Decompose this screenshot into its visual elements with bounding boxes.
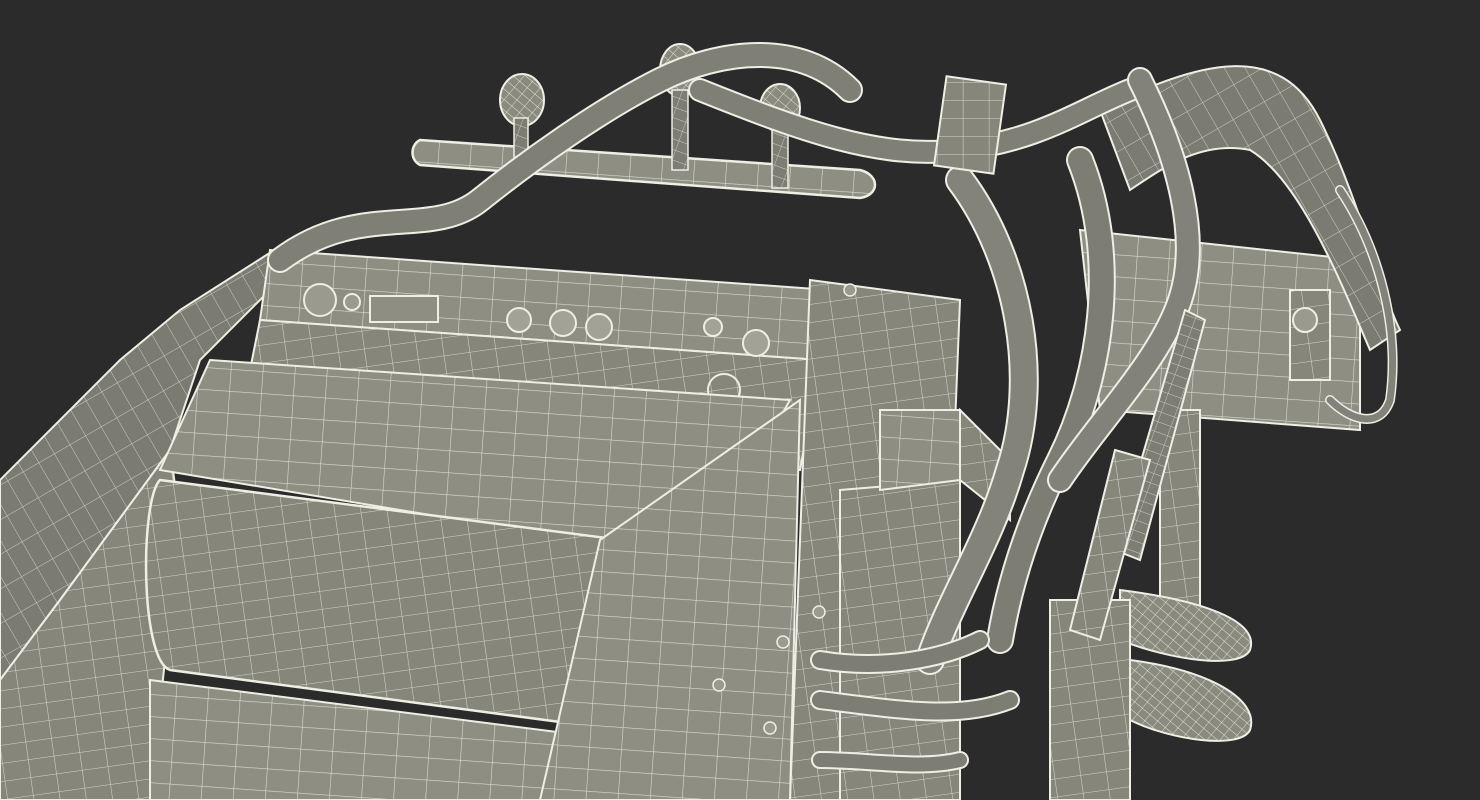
gauge-dial — [585, 313, 613, 341]
bolt — [812, 605, 826, 619]
panel-button — [343, 293, 361, 311]
gauge-dial — [506, 307, 532, 333]
ignition-key-slot — [742, 329, 770, 357]
gauge-dial — [549, 309, 577, 337]
bolt — [843, 283, 857, 297]
wireframe-render — [0, 0, 1480, 800]
panel-button — [703, 317, 723, 337]
panel-knob — [303, 283, 337, 317]
switch-block — [369, 295, 439, 323]
bolt — [776, 635, 790, 649]
bolt — [763, 721, 777, 735]
bolt — [712, 678, 726, 692]
